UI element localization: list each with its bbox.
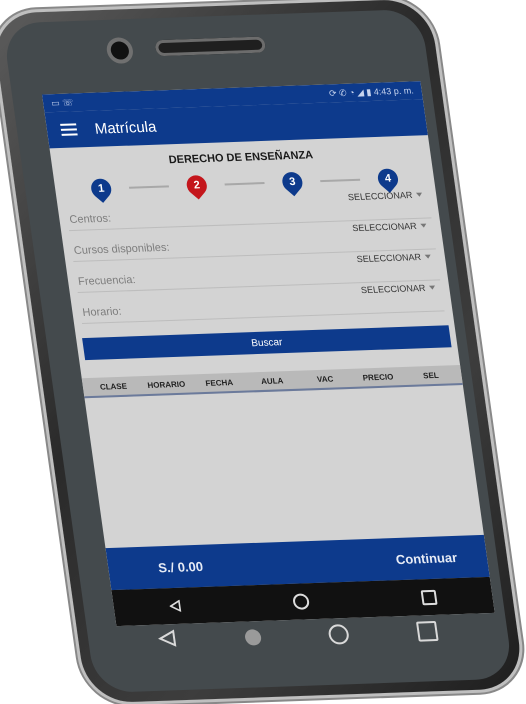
step-separator xyxy=(224,182,265,186)
column-header: CLASE xyxy=(99,381,128,392)
frecuencia-label: Frecuencia: xyxy=(77,273,137,288)
column-header: AULA xyxy=(260,375,284,386)
hamburger-icon[interactable] xyxy=(60,123,78,136)
total-amount: S./ 0.00 xyxy=(157,558,204,575)
earpiece-speaker xyxy=(154,36,267,57)
hardware-back-icon[interactable] xyxy=(157,629,178,653)
phone-device: ▭ ☏ ⟳ ✆ ◔ ◢ ▮ 4:43 p. m. Matrícula DEREC… xyxy=(0,0,526,704)
search-button[interactable]: Buscar xyxy=(82,325,452,361)
page-title: Matrícula xyxy=(93,118,158,138)
home-icon[interactable] xyxy=(292,593,311,610)
step-separator xyxy=(320,178,361,183)
step-separator xyxy=(128,185,170,189)
column-header: SEL xyxy=(422,370,440,380)
back-icon[interactable] xyxy=(169,599,183,613)
chevron-down-icon xyxy=(415,192,423,197)
centros-select[interactable]: SELECCIONAR xyxy=(347,190,423,202)
section-title: DERECHO DE ENSEÑANZA xyxy=(167,149,314,167)
chevron-down-icon xyxy=(420,223,427,228)
hardware-home-icon[interactable] xyxy=(327,624,351,645)
status-left-icons: ▭ ☏ xyxy=(50,96,74,108)
column-header: FECHA xyxy=(204,377,234,388)
app-screen: ▭ ☏ ⟳ ✆ ◔ ◢ ▮ 4:43 p. m. Matrícula DEREC… xyxy=(41,81,495,627)
hardware-recent-icon[interactable] xyxy=(415,620,439,642)
centros-label: Centros: xyxy=(68,212,112,227)
recent-apps-icon[interactable] xyxy=(420,589,438,605)
chevron-down-icon xyxy=(428,285,436,290)
column-header: VAC xyxy=(316,373,334,384)
front-camera xyxy=(109,41,131,60)
horario-label: Horario: xyxy=(81,305,123,319)
cursos-select[interactable]: SELECCIONAR xyxy=(352,221,428,233)
frecuencia-select[interactable]: SELECCIONAR xyxy=(356,252,432,264)
chevron-down-icon xyxy=(424,254,432,259)
continue-button[interactable]: Continuar xyxy=(395,549,458,566)
column-header: HORARIO xyxy=(146,379,186,390)
status-right-info: ⟳ ✆ ◔ ◢ ▮ 4:43 p. m. xyxy=(328,84,415,98)
horario-select[interactable]: SELECCIONAR xyxy=(360,283,436,295)
column-header: PRECIO xyxy=(362,371,394,382)
hardware-assistant-icon[interactable] xyxy=(243,629,262,646)
